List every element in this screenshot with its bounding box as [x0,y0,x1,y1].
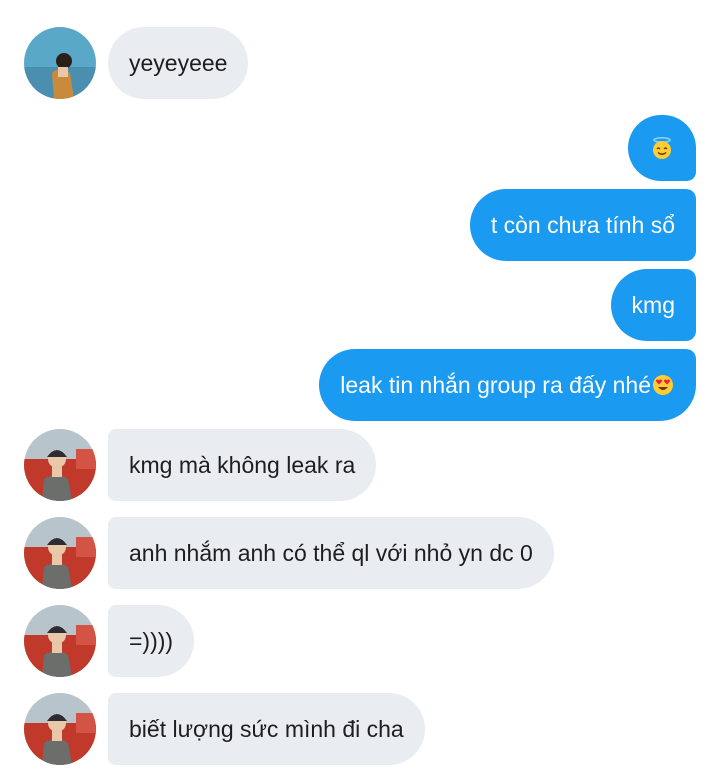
avatar[interactable] [24,429,96,501]
message-bubble[interactable]: yeyeyeee [108,27,249,99]
avatar-photo-icon [24,517,96,589]
message-text: yeyeyeee [129,49,228,76]
smiling-face-with-halo-icon [653,136,671,159]
message-text: biết lượng sức mình đi cha [129,715,404,742]
message-bubble[interactable] [628,115,696,181]
avatar[interactable] [24,517,96,589]
smiling-face-with-heart-eyes-icon [653,375,673,395]
avatar-photo-icon [24,429,96,501]
message-text: t còn chưa tính sổ [490,211,675,238]
avatar[interactable] [24,605,96,677]
message-text: kmg mà không leak ra [129,451,356,478]
avatar[interactable] [24,693,96,765]
message-bubble[interactable]: anh nhắm anh có thể ql với nhỏ yn dc 0 [108,517,554,589]
message-bubble[interactable]: t còn chưa tính sổ [469,189,696,261]
message-bubble[interactable]: kmg [610,269,696,341]
avatar-photo-icon [24,605,96,677]
message-bubble[interactable]: =)))) [108,605,195,677]
message-text: leak tin nhắn group ra đấy nhé [340,371,651,398]
message-text: kmg [631,291,675,318]
chat-thread: yeyeyeee t còn chưa tính sổ kmg leak tin… [0,0,720,774]
message-bubble[interactable]: leak tin nhắn group ra đấy nhé [319,349,696,421]
message-bubble[interactable]: kmg mà không leak ra [108,429,377,501]
avatar-photo-icon [24,27,96,99]
message-bubble[interactable]: biết lượng sức mình đi cha [108,693,425,765]
avatar-photo-icon [24,693,96,765]
avatar[interactable] [24,27,96,99]
message-text: anh nhắm anh có thể ql với nhỏ yn dc 0 [129,539,533,566]
message-text: =)))) [129,627,174,654]
